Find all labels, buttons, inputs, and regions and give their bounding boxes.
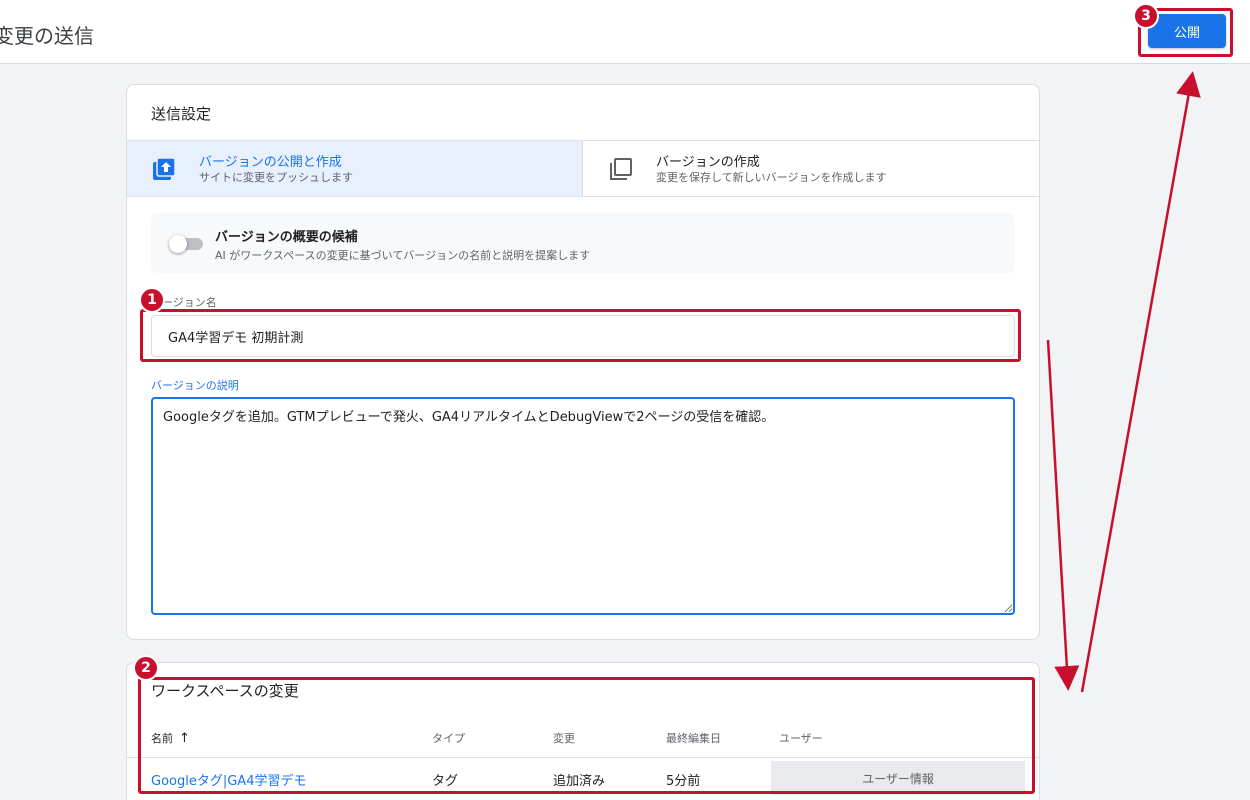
workspace-changes-card: ワークスペースの変更 名前 ↑ タイプ 変更 最終編集日 ユーザー Googleタ… [126, 662, 1040, 800]
version-description-label: バージョンの説明 [151, 379, 239, 392]
mode-description: 変更を保存して新しいバージョンを作成します [656, 171, 887, 184]
table-row-type: タグ [432, 774, 459, 789]
version-name-input[interactable] [151, 315, 1015, 357]
toggle-thumb [169, 235, 187, 253]
step-badge-1: 1 [139, 287, 165, 313]
sort-arrow-up-icon: ↑ [179, 731, 190, 746]
arrow-down-to-workspace [1046, 339, 1080, 691]
arrow-up-to-publish [1080, 71, 1201, 693]
column-header-user[interactable]: ユーザー [779, 730, 823, 746]
divider [127, 196, 1039, 197]
table-row-name-link[interactable]: Googleタグ|GA4学習デモ [151, 770, 306, 789]
mode-label: バージョンの公開と作成 [199, 155, 342, 170]
workspace-changes-title: ワークスペースの変更 [151, 682, 299, 700]
column-header-label: 名前 [151, 732, 173, 745]
table-row-change: 追加済み [553, 774, 606, 789]
top-bar: 変更の送信 公開 [0, 0, 1250, 64]
table-row-date: 5分前 [666, 774, 701, 789]
column-header-type[interactable]: タイプ [432, 730, 465, 746]
step-badge-2: 2 [133, 655, 159, 681]
mode-publish-and-create[interactable]: バージョンの公開と作成 サイトに変更をプッシュします [127, 141, 583, 196]
suggestion-title: バージョンの概要の候補 [215, 230, 358, 245]
user-info-button[interactable]: ユーザー情報 [771, 761, 1025, 795]
mode-description: サイトに変更をプッシュします [199, 171, 353, 184]
column-header-change[interactable]: 変更 [553, 730, 575, 746]
mode-create-version[interactable]: バージョンの作成 変更を保存して新しいバージョンを作成します [584, 141, 1039, 196]
publish-upload-icon [153, 157, 176, 180]
column-header-name[interactable]: 名前 ↑ [151, 730, 190, 746]
column-header-last-edited[interactable]: 最終編集日 [666, 730, 721, 746]
submission-settings-card: 送信設定 バージョンの公開と作成 サイトに変更をプッシュします バージョンの作成… [126, 84, 1040, 640]
mode-label: バージョンの作成 [656, 155, 760, 170]
suggestion-toggle[interactable] [169, 235, 203, 253]
publish-button[interactable]: 公開 [1148, 14, 1226, 48]
version-description-textarea[interactable]: Googleタグを追加。GTMプレビューで発火、GA4リアルタイムとDebugV… [151, 397, 1015, 615]
divider [127, 757, 1039, 758]
settings-title: 送信設定 [151, 105, 212, 123]
page-title: 変更の送信 [0, 24, 94, 48]
version-summary-suggestion: バージョンの概要の候補 AI がワークスペースの変更に基づいてバージョンの名前と… [151, 213, 1015, 273]
copy-icon [610, 158, 632, 180]
step-badge-3: 3 [1133, 3, 1159, 29]
suggestion-description: AI がワークスペースの変更に基づいてバージョンの名前と説明を提案します [215, 249, 591, 262]
